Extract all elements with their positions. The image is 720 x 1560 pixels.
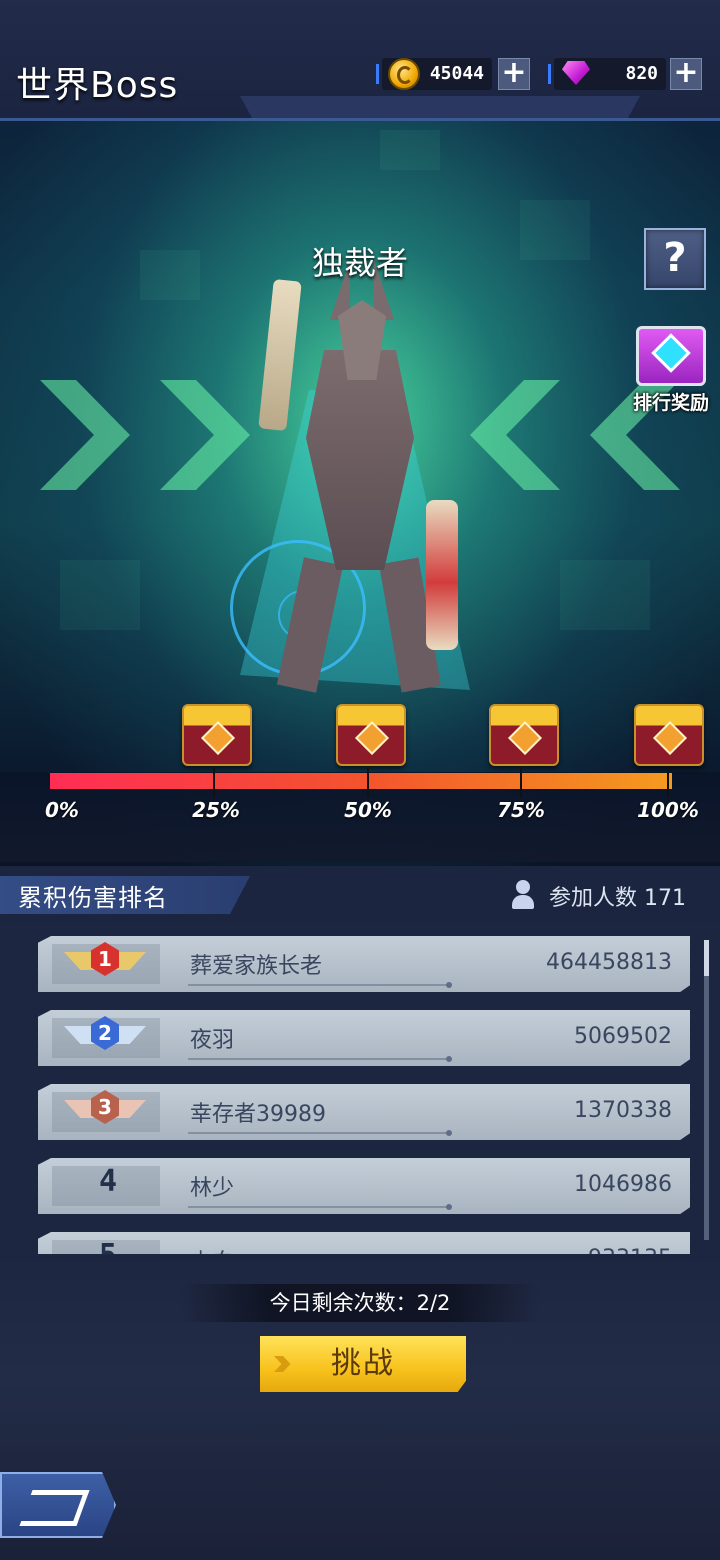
back-icon <box>19 1490 90 1526</box>
boss-progress-fill <box>50 773 672 789</box>
milestone-chest-50[interactable] <box>336 704 406 766</box>
player-name: 少白 <box>190 1244 234 1254</box>
damage-score: 1370338 <box>574 1098 672 1123</box>
remaining-attempts: 今日剩余次数：2/2 <box>180 1284 540 1322</box>
player-name: 幸存者39989 <box>190 1102 326 1127</box>
player-name: 葬爱家族长老 <box>190 954 323 979</box>
boss-name: 独裁者 <box>311 244 408 282</box>
milestone-chest-25[interactable] <box>182 704 252 766</box>
damage-score: 1046986 <box>574 1172 672 1197</box>
add-gold-button[interactable]: + <box>498 58 530 90</box>
table-row[interactable]: 4 林少 1046986 <box>38 1158 690 1214</box>
ranking-title: 累积伤害排名 <box>18 884 168 912</box>
milestone-tick <box>367 768 369 798</box>
damage-score: 933135 <box>588 1246 672 1254</box>
gold-value: 45044 <box>429 63 484 84</box>
milestone-label: 0% <box>45 798 79 822</box>
table-row[interactable]: 3 幸存者39989 1370338 <box>38 1084 690 1140</box>
rank-reward-label: 排行奖励 <box>632 392 709 414</box>
ranking-scrollbar[interactable] <box>704 940 709 1240</box>
player-name: 夜羽 <box>190 1028 235 1053</box>
gem-counter: 820 <box>548 58 666 90</box>
ranking-list[interactable]: 1 葬爱家族长老 464458813 2 夜羽 5069502 3 幸存者399… <box>0 922 720 1254</box>
milestone-tick <box>213 768 215 798</box>
participants-count: 参加人数 171 <box>549 886 686 911</box>
milestone-chest-100[interactable] <box>634 704 704 766</box>
table-row[interactable]: 2 夜羽 5069502 <box>38 1010 690 1066</box>
person-icon <box>512 880 534 910</box>
gem-value: 820 <box>625 63 658 84</box>
boss-progress-bar <box>50 773 672 789</box>
player-name: 林少 <box>190 1176 235 1201</box>
damage-score: 464458813 <box>546 950 672 975</box>
gem-icon <box>562 61 590 85</box>
boss-figure[interactable] <box>230 260 490 710</box>
milestone-chest-75[interactable] <box>489 704 559 766</box>
milestone-label: 50% <box>344 798 392 822</box>
chest-icon <box>636 326 706 386</box>
silver-medal-icon: 2 <box>64 1014 146 1060</box>
rank-number: 5 <box>68 1238 148 1254</box>
challenge-label: 挑战 <box>331 1346 395 1381</box>
gold-medal-icon: 1 <box>64 940 146 986</box>
coin-icon <box>388 58 420 90</box>
bronze-medal-icon: 3 <box>64 1088 146 1134</box>
milestone-label: 75% <box>497 798 545 822</box>
table-row[interactable]: 1 葬爱家族长老 464458813 <box>38 936 690 992</box>
add-gems-button[interactable]: + <box>670 58 702 90</box>
milestone-label: 100% <box>637 798 699 822</box>
table-row[interactable]: 5 少白 933135 <box>38 1232 690 1254</box>
rank-number: 4 <box>98 1164 118 1199</box>
help-button[interactable]: ? <box>644 228 706 290</box>
gold-counter: 45044 <box>376 58 492 90</box>
help-icon: ? <box>663 235 687 281</box>
rank-reward-button[interactable]: 排行奖励 <box>626 326 716 416</box>
milestone-tick <box>667 768 669 798</box>
back-button[interactable] <box>0 1472 116 1538</box>
milestone-label: 25% <box>192 798 240 822</box>
damage-score: 5069502 <box>574 1024 672 1049</box>
page-title: 世界Boss <box>16 65 179 106</box>
chevron-right-icon <box>274 1356 291 1372</box>
challenge-button[interactable]: 挑战 <box>260 1336 466 1392</box>
milestone-tick <box>520 768 522 798</box>
